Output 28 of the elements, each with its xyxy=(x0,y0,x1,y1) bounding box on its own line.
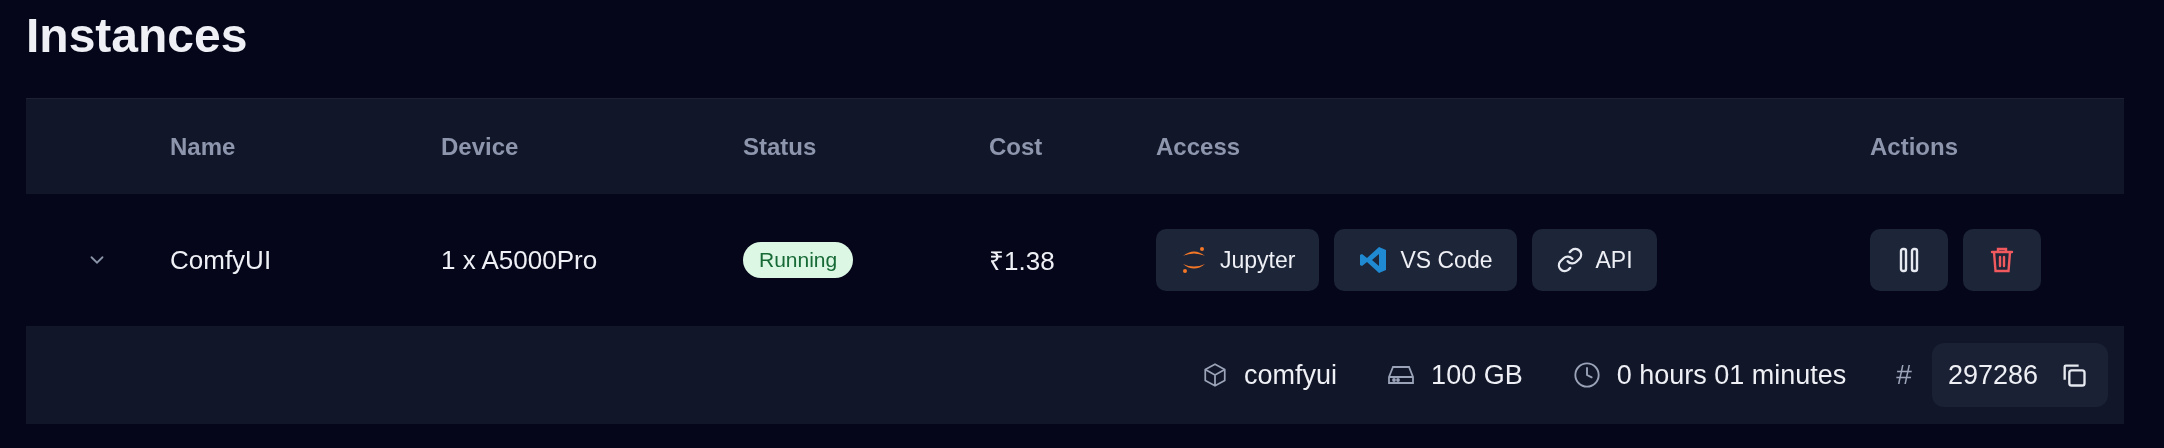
uptime: 0 hours 01 minutes xyxy=(1616,359,1847,391)
column-header: Status xyxy=(743,132,818,161)
column-header: Access xyxy=(1156,132,1242,161)
trash-icon xyxy=(1990,246,2014,274)
code-editor-icon xyxy=(1358,245,1389,275)
status-badge: Running xyxy=(743,242,854,278)
drive-icon xyxy=(1387,363,1416,387)
link-icon xyxy=(1555,246,1584,274)
copy-id-button[interactable]: 297286 xyxy=(1931,343,2108,407)
column-header: Actions xyxy=(1870,132,1959,161)
image-name: comfyui xyxy=(1244,359,1338,391)
table-cell-text: ₹1.38 xyxy=(989,245,1056,278)
delete-button[interactable] xyxy=(1963,229,2041,291)
table-cell-text: ComfyUI xyxy=(170,244,273,276)
column-header: Cost xyxy=(989,132,1044,161)
vscode-button[interactable]: VS Code xyxy=(1334,229,1517,291)
cube-icon xyxy=(1202,362,1229,388)
pause-button[interactable] xyxy=(1870,229,1948,291)
clock-icon xyxy=(1572,361,1601,389)
jupyter-button[interactable]: Jupyter xyxy=(1156,229,1320,291)
hash-label: # xyxy=(1896,359,1912,391)
column-header: Device xyxy=(441,132,520,161)
page-title: Instances xyxy=(26,8,249,64)
link-button[interactable]: API xyxy=(1531,229,1657,291)
storage-size: 100 GB xyxy=(1431,359,1523,391)
column-header: Name xyxy=(170,132,237,161)
pause-icon xyxy=(1898,247,1920,273)
table-cell-text: 1 x A5000Pro xyxy=(441,244,599,276)
